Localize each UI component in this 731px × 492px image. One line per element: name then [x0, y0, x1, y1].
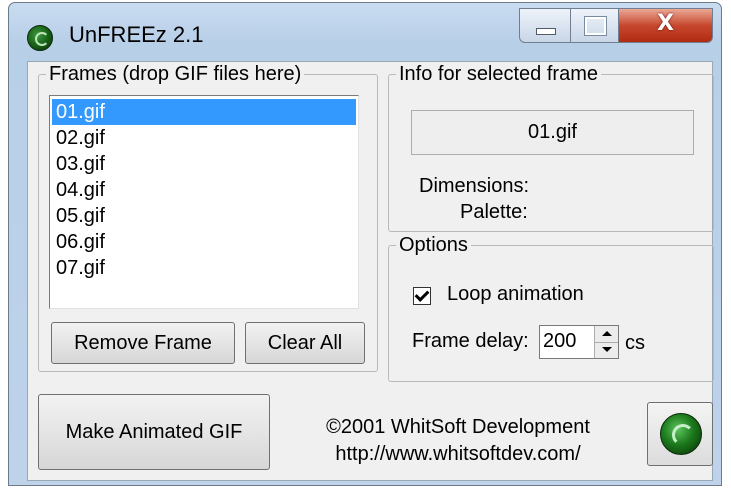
website-link[interactable]: http://www.whitsoftdev.com/: [298, 441, 618, 468]
frame-delay-spin-arrows: [594, 326, 618, 358]
frame-delay-unit: cs: [625, 332, 645, 354]
maximize-icon: [585, 17, 606, 35]
maximize-button[interactable]: [571, 8, 619, 43]
list-item[interactable]: 07.gif: [52, 255, 356, 281]
app-window: UnFREEz 2.1 X Frames (drop GIF files her…: [8, 2, 722, 486]
credits: ©2001 WhitSoft Development http://www.wh…: [298, 414, 618, 468]
loop-animation-label[interactable]: Loop animation: [447, 283, 584, 306]
spin-down-arrow-icon[interactable]: [595, 342, 618, 358]
options-group: Options Loop animation Frame delay: 200 …: [388, 233, 714, 382]
whitsoft-logo-button[interactable]: [647, 402, 713, 466]
loop-animation-checkbox[interactable]: [413, 287, 431, 305]
dimensions-label: Dimensions:: [419, 175, 530, 197]
unfreez-logo-icon[interactable]: [27, 25, 53, 51]
frame-delay-stepper[interactable]: 200: [539, 325, 619, 359]
remove-frame-button[interactable]: Remove Frame: [51, 322, 235, 364]
frames-listbox[interactable]: 01.gif 02.gif 03.gif 04.gif 05.gif 06.gi…: [49, 95, 359, 309]
window-title: UnFREEz 2.1: [69, 22, 204, 47]
frame-info-group-label: Info for selected frame: [396, 62, 601, 86]
clear-all-button[interactable]: Clear All: [245, 322, 365, 364]
dialog-client-area: Frames (drop GIF files here) 01.gif 02.g…: [27, 61, 714, 481]
frame-delay-value[interactable]: 200: [543, 330, 576, 353]
minimize-button[interactable]: [519, 8, 571, 43]
selected-frame-name: 01.gif: [411, 110, 694, 155]
list-item[interactable]: 04.gif: [52, 177, 356, 203]
palette-label: Palette:: [460, 201, 528, 223]
close-icon: X: [657, 11, 674, 36]
close-button[interactable]: X: [619, 8, 713, 43]
make-animated-gif-button[interactable]: Make Animated GIF: [38, 394, 270, 470]
list-item[interactable]: 03.gif: [52, 151, 356, 177]
options-group-label: Options: [396, 233, 471, 257]
frame-info-group: Info for selected frame 01.gif Dimension…: [388, 62, 714, 232]
list-item[interactable]: 02.gif: [52, 125, 356, 151]
spin-up-arrow-icon[interactable]: [595, 326, 618, 343]
list-item[interactable]: 05.gif: [52, 203, 356, 229]
title-bar[interactable]: UnFREEz 2.1 X: [9, 3, 721, 61]
frames-group-label: Frames (drop GIF files here): [46, 62, 305, 86]
minimize-icon: [536, 28, 556, 35]
frames-group: Frames (drop GIF files here) 01.gif 02.g…: [38, 62, 378, 372]
list-item[interactable]: 06.gif: [52, 229, 356, 255]
frame-delay-label: Frame delay:: [412, 330, 529, 352]
list-item[interactable]: 01.gif: [52, 99, 356, 125]
copyright-text: ©2001 WhitSoft Development: [326, 416, 590, 438]
whitsoft-logo-icon: [660, 413, 702, 455]
